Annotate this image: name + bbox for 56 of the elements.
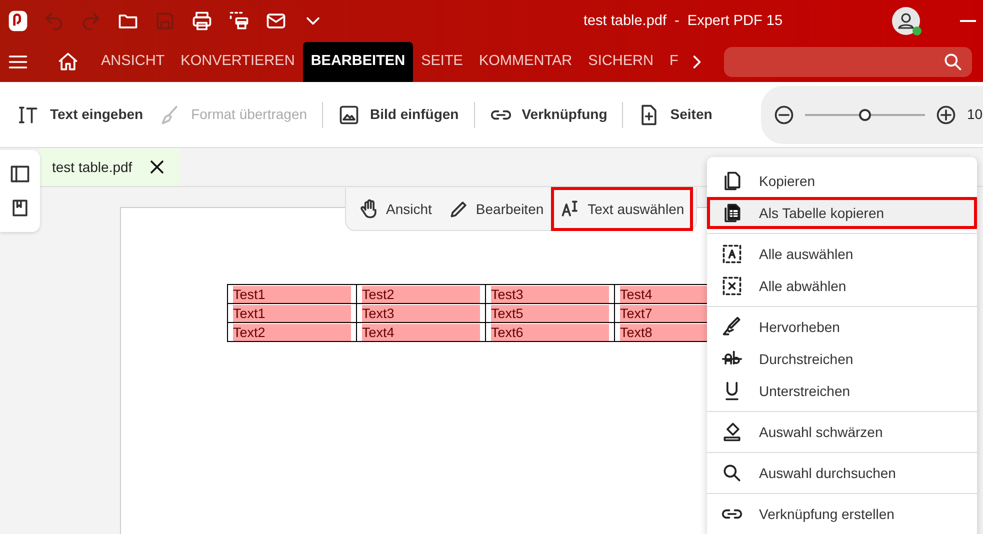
table-cell: Text3 [356, 304, 486, 322]
menu-tab[interactable]: F [661, 42, 686, 82]
menu-item[interactable]: Alle abwählen [707, 270, 977, 302]
deselect-all-icon [721, 275, 743, 297]
home-icon[interactable] [57, 51, 79, 73]
menu-item[interactable]: Auswahl durchsuchen [707, 457, 977, 489]
toolbar-button[interactable]: Text eingeben [10, 104, 152, 126]
toolbar-button[interactable]: Seiten [630, 104, 720, 126]
select-all-icon [721, 243, 743, 265]
sidebar-icon[interactable] [9, 163, 31, 185]
tool-button[interactable]: Ansicht [352, 190, 438, 228]
zoom-slider[interactable] [805, 108, 925, 120]
menu-tab[interactable]: KONVERTIEREN [172, 42, 303, 82]
zoom-in-icon[interactable] [935, 104, 957, 126]
menu-item[interactable]: Verknüpfung erstellen [707, 498, 977, 530]
search-icon [721, 462, 743, 484]
menu-tab[interactable]: ANSICHT [93, 42, 173, 82]
tool-button[interactable]: Text auswählen [554, 190, 690, 228]
menu-tab[interactable]: KOMMENTAR [470, 42, 580, 82]
menu-item[interactable]: Kopieren [707, 165, 977, 197]
document-tab[interactable]: test table.pdf [40, 148, 180, 186]
online-status-dot [912, 26, 922, 36]
menu-tab[interactable]: SEITE [413, 42, 471, 82]
window-title: test table.pdf - Expert PDF 15 [583, 12, 783, 29]
user-avatar-icon[interactable] [892, 7, 920, 35]
minimize-icon[interactable] [960, 19, 976, 23]
table-cell: Test1 [228, 284, 356, 304]
menu-item[interactable]: Hervorheben [707, 311, 977, 343]
menu-item[interactable]: Durchstreichen [707, 343, 977, 375]
app-logo-icon[interactable] [7, 10, 29, 32]
menu-tab[interactable]: SICHERN [580, 42, 662, 82]
image-icon [338, 104, 360, 126]
menu-item[interactable]: Auswahl schwärzen [707, 416, 977, 448]
zoom-out-icon[interactable] [773, 104, 795, 126]
table-cell: Text2 [228, 322, 356, 342]
table-cell: Text4 [356, 322, 486, 342]
tool-button[interactable]: Bearbeiten [442, 190, 550, 228]
table-cell: Test2 [356, 284, 486, 304]
toolbar-button[interactable]: Bild einfügen [330, 104, 467, 126]
menu-tab[interactable]: BEARBEITEN [302, 42, 414, 82]
menu-item[interactable]: Alle auswählen [707, 238, 977, 270]
print-selection-icon[interactable] [228, 10, 250, 32]
slider-thumb[interactable] [859, 108, 871, 120]
toolbar-button[interactable]: Verknüpfung [482, 104, 616, 126]
table-cell: Text1 [228, 304, 356, 322]
highlighter-icon [721, 316, 743, 338]
print-icon[interactable] [191, 10, 213, 32]
search-icon [942, 51, 964, 73]
search-field[interactable] [724, 47, 972, 77]
table-cell: Test3 [486, 284, 614, 304]
zoom-value: 10 [967, 105, 983, 124]
menu-item[interactable]: Als Tabelle kopieren [707, 197, 977, 229]
eraser-icon [721, 421, 743, 443]
menu-item[interactable]: Unterstreichen [707, 375, 977, 407]
table-cell: Text5 [486, 304, 614, 322]
table-cell: Text6 [486, 322, 614, 342]
